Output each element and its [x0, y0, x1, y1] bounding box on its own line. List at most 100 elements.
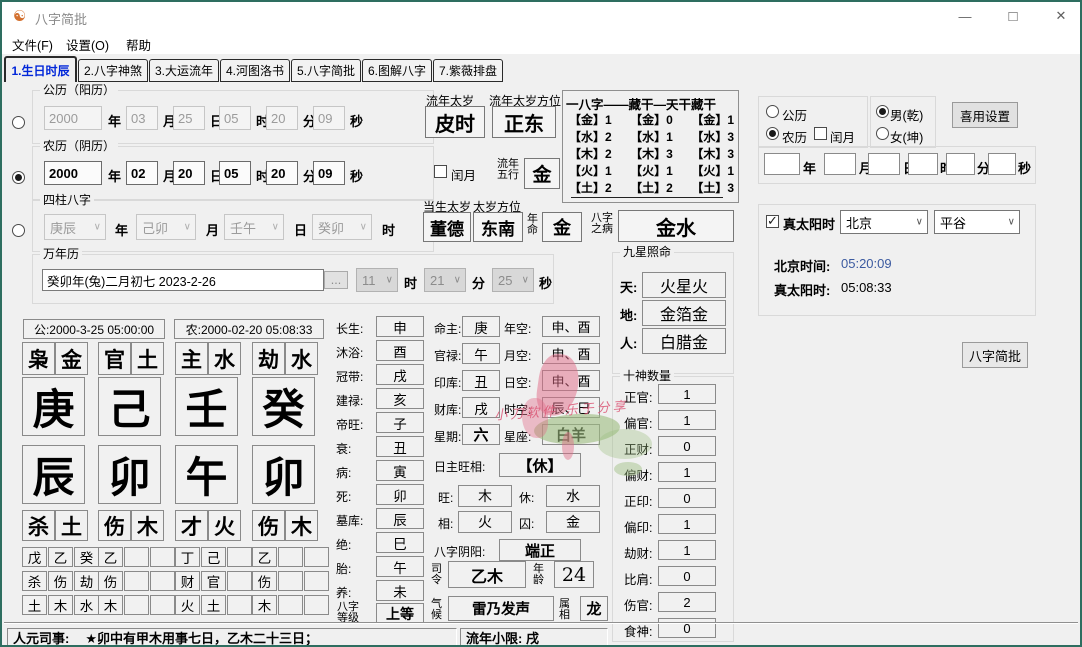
- maximize-button[interactable]: □: [998, 2, 1028, 30]
- solar-second-unit: 秒: [350, 111, 363, 130]
- lunar-hour-input[interactable]: 05: [219, 161, 251, 185]
- info-value: 午: [462, 343, 500, 364]
- pillar2-hidden-stem: [124, 547, 149, 567]
- settings-lunar-label: 农历: [782, 127, 807, 146]
- settings-lunar-radio[interactable]: [766, 127, 779, 140]
- lunar-day-input[interactable]: 20: [173, 161, 205, 185]
- lunar-minute-input[interactable]: 20: [266, 161, 298, 185]
- pillar1-hidden-stem: 癸: [74, 547, 99, 567]
- entry-year-input[interactable]: [764, 153, 800, 175]
- menu-help[interactable]: 帮助: [126, 35, 151, 54]
- info-value: 申、酉: [542, 343, 600, 364]
- bazi-jianpi-button[interactable]: 八字简批: [962, 342, 1028, 368]
- province-combo[interactable]: 北京∨: [840, 210, 928, 234]
- tab-birthday[interactable]: 1.生日时辰: [4, 56, 77, 82]
- changsheng-value: 亥: [376, 388, 424, 409]
- canggan-divider: [571, 197, 723, 198]
- tab-tujie[interactable]: 6.图解八字: [362, 59, 432, 82]
- lunar-month-input[interactable]: 02: [126, 161, 158, 185]
- menu-file[interactable]: 文件(F): [12, 35, 53, 54]
- calendar-more-button[interactable]: ...: [324, 271, 348, 289]
- solar-month-input[interactable]: 03: [126, 106, 158, 130]
- info-label: 命主:: [434, 320, 461, 337]
- jiuxing-value: 金箔金: [642, 300, 726, 326]
- calendar-date-input[interactable]: 癸卯年(兔)二月初七 2023-2-26: [42, 269, 324, 291]
- xiyong-settings-button[interactable]: 喜用设置: [952, 102, 1018, 128]
- shishen-label: 伤官:: [624, 595, 652, 614]
- minimize-button[interactable]: —: [950, 2, 980, 30]
- changsheng-label: 建禄:: [336, 392, 363, 409]
- settings-leap-checkbox[interactable]: [814, 127, 827, 140]
- pillar4-hidden-element: [278, 595, 303, 615]
- calendar-minute-combo[interactable]: 21∨: [424, 268, 466, 292]
- menu-settings[interactable]: 设置(O): [66, 35, 109, 54]
- shishen-value: 2: [658, 592, 716, 612]
- tab-hetu[interactable]: 4.河图洛书: [220, 59, 290, 82]
- true-solar-checkbox[interactable]: [766, 215, 779, 228]
- close-button[interactable]: ✕: [1046, 2, 1076, 30]
- pillar2-hidden-element: 木: [98, 595, 123, 615]
- info-label: 印库:: [434, 374, 461, 391]
- sizhu-day-combo[interactable]: 壬午∨: [224, 214, 284, 240]
- chevron-down-icon: ∨: [272, 221, 279, 232]
- solar-hour-input[interactable]: 05: [219, 106, 251, 130]
- renyuan-status: 人元司事:★卯中有甲木用事七日，乙木二十三日；: [7, 628, 457, 646]
- solar-group-radio[interactable]: [12, 116, 25, 129]
- sizhu-year-combo[interactable]: 庚辰∨: [44, 214, 106, 240]
- solar-second-input[interactable]: 09: [313, 106, 345, 130]
- pillar1-branch: 辰: [22, 445, 85, 504]
- pillar3-god: 主: [175, 342, 208, 375]
- entry-hour-input[interactable]: [908, 153, 938, 175]
- entry-day-input[interactable]: [868, 153, 900, 175]
- solar-legend: 公历（阳历）: [40, 83, 118, 97]
- settings-solar-radio[interactable]: [766, 105, 779, 118]
- taiji-icon: ☯: [13, 7, 26, 25]
- leap-month-checkbox[interactable]: [434, 165, 447, 178]
- male-radio[interactable]: [876, 105, 889, 118]
- pillar2-branch-god: 伤: [98, 510, 131, 541]
- sizhu-year-unit: 年: [115, 220, 128, 239]
- pillar3-hidden-stem: 己: [201, 547, 226, 567]
- tab-dayun[interactable]: 3.大运流年: [149, 59, 219, 82]
- lunar-group-radio[interactable]: [12, 171, 25, 184]
- pillar2-hidden-god: [150, 571, 175, 591]
- changsheng-value: 午: [376, 556, 424, 577]
- chevron-down-icon: ∨: [386, 274, 393, 285]
- leap-month-label: 闰月: [451, 165, 476, 184]
- solar-minute-input[interactable]: 20: [266, 106, 298, 130]
- tab-ziwei[interactable]: 7.紫薇排盘: [433, 59, 503, 82]
- shishen-value: 1: [658, 540, 716, 560]
- calendar-hour-combo[interactable]: 11∨: [356, 268, 398, 292]
- pillar4-branch-element: 木: [285, 510, 318, 541]
- changsheng-label: 长生:: [336, 320, 363, 337]
- shishen-label: 正官:: [624, 387, 652, 406]
- entry-month-input[interactable]: [824, 153, 856, 175]
- female-radio[interactable]: [876, 127, 889, 140]
- info-label: 日空:: [504, 374, 531, 391]
- sizhu-hour-unit: 时: [382, 220, 395, 239]
- pillar1-hidden-stem: 乙: [48, 547, 73, 567]
- pillar4-hidden-god: 伤: [252, 571, 277, 591]
- sizhu-hour-combo[interactable]: 癸卯∨: [312, 214, 372, 240]
- dangsheng-direction-value: 东南: [473, 212, 523, 242]
- tab-shensha[interactable]: 2.八字神煞: [78, 59, 148, 82]
- lunar-second-input[interactable]: 09: [313, 161, 345, 185]
- solar-day-input[interactable]: 25: [173, 106, 205, 130]
- entry-minute-input[interactable]: [946, 153, 975, 175]
- changsheng-value: 卯: [376, 484, 424, 505]
- calendar-second-combo[interactable]: 25∨: [492, 268, 534, 292]
- info-label: 财库:: [434, 401, 461, 418]
- tab-jianpi[interactable]: 5.八字简批: [291, 59, 361, 82]
- shishen-label: 比肩:: [624, 569, 652, 588]
- pillar3-hidden-element: [227, 595, 252, 615]
- solar-year-input[interactable]: 2000: [44, 106, 102, 130]
- lunar-year-input[interactable]: 2000: [44, 161, 102, 185]
- entry-second-input[interactable]: [988, 153, 1016, 175]
- sizhu-group-radio[interactable]: [12, 224, 25, 237]
- district-combo[interactable]: 平谷∨: [934, 210, 1020, 234]
- canggan-row: 【土】2【土】2【土】3: [569, 179, 734, 196]
- canggan-row: 【木】2【木】3【木】3: [569, 145, 734, 162]
- sizhu-month-combo[interactable]: 己卯∨: [136, 214, 196, 240]
- calendar-legend: 万年历: [40, 247, 82, 261]
- true-solar-label: 真太阳时: [783, 214, 835, 233]
